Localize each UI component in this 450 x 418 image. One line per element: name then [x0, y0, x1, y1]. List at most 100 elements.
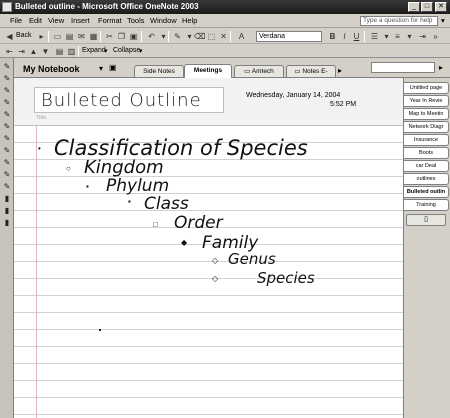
tab-side-notes[interactable]: Side Notes: [134, 65, 184, 77]
delete-icon[interactable]: ✕: [218, 31, 229, 42]
eraser-icon[interactable]: ⌫: [194, 31, 205, 42]
move-down-icon[interactable]: ▼: [40, 46, 51, 57]
menu-view[interactable]: View: [48, 16, 64, 25]
research-icon[interactable]: ▦: [88, 31, 99, 42]
close-button[interactable]: ✕: [435, 2, 447, 12]
new-page-button[interactable]: ▯: [406, 214, 446, 226]
print-icon[interactable]: ▤: [64, 31, 75, 42]
outline-bullet: ▪: [128, 197, 131, 206]
pen-icon[interactable]: ✎: [2, 110, 12, 119]
page-tab[interactable]: outlines: [404, 173, 449, 185]
pen-icon[interactable]: ✎: [172, 31, 183, 42]
paste-icon[interactable]: ▣: [128, 31, 139, 42]
copy-icon[interactable]: ❐: [116, 31, 127, 42]
menu-edit[interactable]: Edit: [29, 16, 42, 25]
search-input[interactable]: [371, 62, 435, 73]
page-tab[interactable]: Boots: [404, 147, 449, 159]
pen-icon[interactable]: ✎: [2, 182, 12, 191]
underline-button[interactable]: U: [351, 31, 362, 42]
indent-icon[interactable]: ⇥: [417, 31, 428, 42]
pen-icon[interactable]: ✎: [2, 146, 12, 155]
page-tab[interactable]: Untitled page: [404, 82, 449, 94]
pen-icon[interactable]: ✎: [2, 134, 12, 143]
notebook-title[interactable]: My Notebook: [23, 64, 80, 74]
outline-item-genus[interactable]: Genus: [228, 250, 276, 268]
page-tab[interactable]: car Deal: [404, 160, 449, 172]
indent-icon[interactable]: ⇥: [16, 46, 27, 57]
toolbar-options-icon[interactable]: »: [430, 31, 441, 42]
note-page[interactable]: Bulleted Outline Title Wednesday, Januar…: [14, 78, 404, 418]
expand-button[interactable]: Expand: [82, 47, 106, 54]
pen-icon[interactable]: ✎: [2, 98, 12, 107]
show-level-icon[interactable]: ▤: [54, 46, 65, 57]
toolbar-separator: [100, 31, 101, 42]
new-page-icon[interactable]: ▭: [52, 31, 63, 42]
notebook-dropdown-icon[interactable]: ▾: [99, 64, 103, 73]
menu-file[interactable]: File: [10, 16, 22, 25]
menu-insert[interactable]: Insert: [71, 16, 90, 25]
page-tab-active[interactable]: Bulleted outlin: [404, 186, 449, 198]
highlighter-icon[interactable]: ▮: [2, 206, 12, 215]
font-name-select[interactable]: Verdana: [256, 31, 322, 42]
outline-item-species[interactable]: Species: [257, 269, 315, 287]
page-tab[interactable]: Year In Revie: [404, 95, 449, 107]
email-icon[interactable]: ✉: [76, 31, 87, 42]
back-button[interactable]: Back: [16, 32, 32, 39]
menu-window[interactable]: Window: [150, 16, 177, 25]
tab-meetings[interactable]: Meetings: [184, 64, 232, 78]
pen-icon[interactable]: ✎: [2, 158, 12, 167]
selection-icon[interactable]: ⬚: [206, 31, 217, 42]
highlighter-icon[interactable]: ▮: [2, 218, 12, 227]
menu-format[interactable]: Format: [98, 16, 122, 25]
outline-item-order[interactable]: Order: [174, 213, 223, 233]
pen-icon[interactable]: ✎: [2, 62, 12, 71]
move-up-icon[interactable]: ▲: [28, 46, 39, 57]
ink-dot: [99, 329, 101, 331]
menu-bar: File Edit View Insert Format Tools Windo…: [0, 14, 450, 28]
help-search-input[interactable]: Type a question for help: [360, 16, 438, 26]
pen-icon[interactable]: ✎: [2, 170, 12, 179]
outline-bullet: □: [153, 220, 158, 229]
bullets-dropdown-icon[interactable]: ▾: [381, 31, 392, 42]
search-go-icon[interactable]: ▸: [439, 63, 443, 72]
cut-icon[interactable]: ✂: [104, 31, 115, 42]
maximize-button[interactable]: □: [421, 2, 433, 12]
page-tab[interactable]: Insurance: [404, 134, 449, 146]
page-tab[interactable]: Training: [404, 199, 449, 211]
collapse-button[interactable]: Collapse: [113, 47, 140, 54]
pen-icon[interactable]: ✎: [2, 74, 12, 83]
toolbar-separator: [141, 31, 142, 42]
tab-amtech[interactable]: ▭ Amtech: [234, 65, 284, 77]
tabs-scroll-icon[interactable]: ▸: [338, 66, 342, 75]
window-title: Bulleted outline - Microsoft Office OneN…: [15, 2, 199, 11]
forward-arrow-icon[interactable]: ▸: [36, 31, 47, 42]
page-tab[interactable]: Map to Meetin: [404, 108, 449, 120]
minimize-button[interactable]: _: [408, 2, 420, 12]
pen-icon[interactable]: ✎: [2, 122, 12, 131]
outline-item-class[interactable]: Class: [144, 194, 189, 214]
help-dropdown-icon[interactable]: ▾: [441, 16, 445, 25]
font-size-icon[interactable]: A: [236, 31, 247, 42]
collapse-dropdown-icon[interactable]: ▾: [139, 47, 143, 55]
notebook-folder-icon[interactable]: ▣: [109, 63, 117, 72]
outline-item-kingdom[interactable]: Kingdom: [84, 157, 164, 178]
page-list: Untitled page Year In Revie Map to Meeti…: [404, 78, 450, 418]
menu-tools[interactable]: Tools: [127, 16, 145, 25]
pen-icon[interactable]: ✎: [2, 86, 12, 95]
tab-notes-e[interactable]: ▭ Notes E-: [286, 65, 336, 77]
outdent-icon[interactable]: ⇤: [4, 46, 15, 57]
italic-button[interactable]: I: [339, 31, 350, 42]
expand-dropdown-icon[interactable]: ▾: [104, 47, 108, 55]
numbering-dropdown-icon[interactable]: ▾: [404, 31, 415, 42]
menu-help[interactable]: Help: [182, 16, 197, 25]
bullets-icon[interactable]: ☰: [369, 31, 380, 42]
page-tab[interactable]: Network Diagr: [404, 121, 449, 133]
page-title-box[interactable]: Bulleted Outline: [34, 87, 224, 113]
outline-item-phylum[interactable]: Phylum: [106, 176, 169, 196]
back-arrow-icon[interactable]: ◀: [4, 31, 15, 42]
numbering-icon[interactable]: ≡: [392, 31, 403, 42]
hide-level-icon[interactable]: ▥: [66, 46, 77, 57]
undo-icon[interactable]: ↶: [146, 31, 157, 42]
bold-button[interactable]: B: [327, 31, 338, 42]
highlighter-icon[interactable]: ▮: [2, 194, 12, 203]
